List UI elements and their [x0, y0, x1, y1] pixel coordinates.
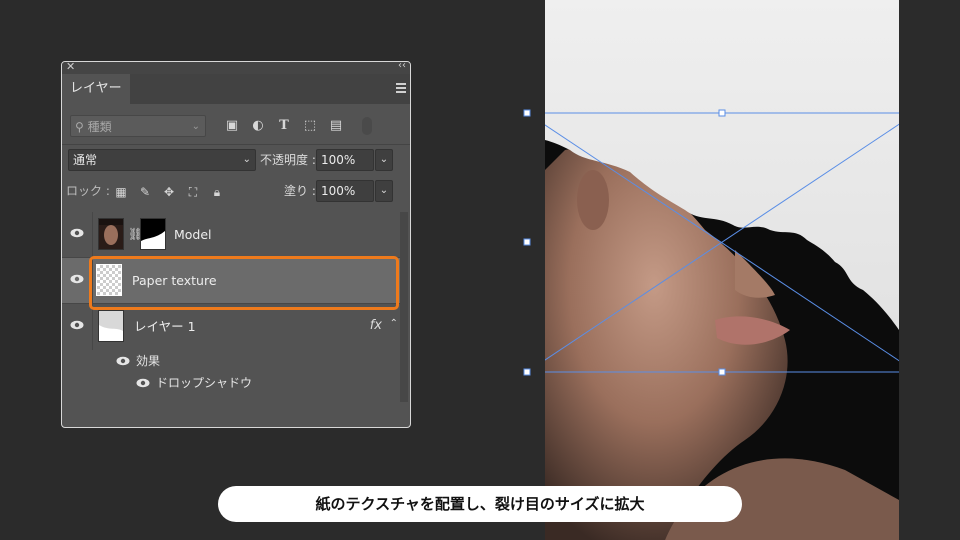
- image-filter-icon[interactable]: ▣: [224, 118, 240, 134]
- model-ear: [577, 170, 609, 230]
- fill-field[interactable]: 100% ⌄: [316, 180, 393, 202]
- fill-value: 100%: [321, 184, 356, 198]
- panel-tab-row: レイヤー: [62, 74, 410, 104]
- opacity-value: 100%: [321, 153, 356, 167]
- canvas-artwork: [545, 0, 899, 540]
- transform-left-handles: [523, 109, 531, 376]
- eye-icon[interactable]: [70, 228, 84, 238]
- document-canvas[interactable]: [545, 0, 899, 540]
- layers-panel: ✕ ‹‹ レイヤー ⚲ 種類 ⌄ ▣ ◐ T ⬚ ▤ 通常 ⌄ 不透明度 : 1…: [61, 61, 411, 428]
- lock-label: ロック :: [66, 184, 110, 198]
- smart-object-filter-icon[interactable]: ▤: [328, 118, 344, 134]
- eye-icon[interactable]: [70, 320, 84, 330]
- lock-row: ロック : ▦ ✎ ✥ ⛶ 🔒︎ 塗り : 100% ⌄: [62, 180, 410, 206]
- transform-handle-top[interactable]: [718, 109, 726, 117]
- fill-label: 塗り :: [284, 184, 316, 198]
- lock-transparent-pixels-icon[interactable]: ▦: [114, 185, 128, 199]
- effects-label: 効果: [136, 354, 161, 368]
- filter-toggle-icon[interactable]: [362, 117, 372, 135]
- layer-effects-icon[interactable]: fx: [370, 318, 382, 333]
- panel-menu-icon[interactable]: [396, 83, 406, 93]
- transform-handle-bottom[interactable]: [718, 368, 726, 376]
- adjustment-filter-icon[interactable]: ◐: [250, 118, 266, 134]
- layer-name: レイヤー 1: [134, 319, 196, 334]
- filter-kind-label: 種類: [87, 120, 112, 134]
- blend-mode-select[interactable]: 通常 ⌄: [68, 149, 256, 171]
- lock-all-icon[interactable]: 🔒︎: [210, 185, 224, 199]
- chevron-down-icon[interactable]: ⌄: [375, 180, 393, 202]
- transform-handle-bottom-left[interactable]: [523, 368, 531, 376]
- collapse-icon[interactable]: ‹‹: [398, 62, 406, 71]
- layer-thumbnail: [98, 310, 124, 342]
- transform-handle-top-left[interactable]: [523, 109, 531, 117]
- shape-filter-icon[interactable]: ⬚: [302, 118, 318, 134]
- blend-row: 通常 ⌄ 不透明度 : 100% ⌄: [62, 149, 410, 173]
- eye-icon[interactable]: [136, 378, 150, 388]
- layer-row-model[interactable]: ⛓ Model: [62, 212, 402, 258]
- chevron-down-icon: ⌄: [191, 121, 200, 132]
- layer-mask-thumbnail[interactable]: [140, 218, 166, 250]
- filter-kind-select[interactable]: ⚲ 種類 ⌄: [70, 115, 206, 137]
- chevron-up-icon[interactable]: ⌃: [390, 318, 398, 329]
- layer-row-layer-1[interactable]: レイヤー 1 fx ⌃: [62, 304, 402, 350]
- transform-handle-left[interactable]: [523, 238, 531, 246]
- effect-row-drop-shadow[interactable]: ドロップシャドウ: [62, 372, 402, 394]
- search-icon: ⚲: [75, 120, 84, 134]
- type-filter-icon[interactable]: T: [276, 118, 292, 134]
- layer-filter-row: ⚲ 種類 ⌄ ▣ ◐ T ⬚ ▤: [62, 115, 410, 141]
- chevron-down-icon: ⌄: [242, 154, 251, 165]
- selection-highlight: [89, 256, 399, 310]
- close-icon[interactable]: ✕: [66, 62, 75, 73]
- caption-banner: 紙のテクスチャを配置し、裂け目のサイズに拡大: [218, 486, 742, 522]
- opacity-label: 不透明度 :: [260, 153, 316, 167]
- lock-position-icon[interactable]: ✥: [162, 185, 176, 199]
- opacity-field[interactable]: 100% ⌄: [316, 149, 393, 171]
- panel-titlebar: ✕ ‹‹: [62, 62, 410, 74]
- lock-artboard-icon[interactable]: ⛶: [186, 185, 200, 199]
- eye-icon[interactable]: [70, 274, 84, 284]
- lock-image-pixels-icon[interactable]: ✎: [138, 185, 152, 199]
- tab-layers[interactable]: レイヤー: [62, 74, 130, 104]
- layer-thumbnail: [98, 218, 124, 250]
- layer-name: Model: [174, 227, 212, 242]
- effect-name: ドロップシャドウ: [156, 376, 253, 390]
- eye-icon[interactable]: [116, 356, 130, 366]
- layers-scrollbar[interactable]: [400, 212, 408, 402]
- effects-group-row[interactable]: 効果: [62, 350, 402, 372]
- chevron-down-icon[interactable]: ⌄: [375, 149, 393, 171]
- blend-mode-value: 通常: [73, 153, 98, 167]
